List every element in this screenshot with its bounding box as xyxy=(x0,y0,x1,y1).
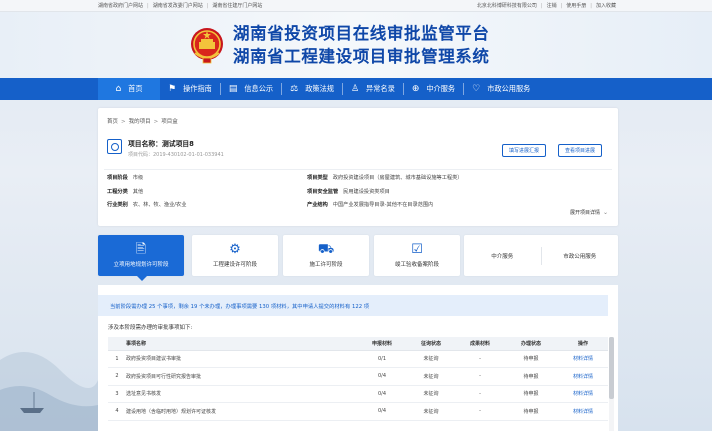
table-scrollbar-thumb[interactable] xyxy=(609,337,614,399)
tab-agency-service[interactable]: 中介服务 xyxy=(464,252,541,260)
nav-agency-service[interactable]: ⊕ 中介服务 xyxy=(404,78,463,100)
checklist-icon: ☑ xyxy=(411,242,423,257)
stage-items-panel: 当前阶段需办理 25 个事项，剩余 19 个未办理，办理事项需要 130 项材料… xyxy=(98,285,618,431)
col-consult: 征询状态 xyxy=(406,337,456,351)
expand-details-link[interactable]: 展开项目详情 ⌄ xyxy=(570,209,608,216)
breadcrumb-my-projects[interactable]: 我的项目 xyxy=(118,117,151,125)
scale-icon: ⚖ xyxy=(290,84,299,94)
info-stage: 项目阶段 市级 xyxy=(107,175,144,181)
main-content: 首页 我的项目 项目盒 项目名称：测试项目8 项目代码：2019-430102-… xyxy=(98,108,618,431)
material-detail-link[interactable]: 材料详情 xyxy=(573,374,593,380)
top-utility-bar: 湖南省政府门户网站 湖南省发改委门户网站 湖南省住建厅门户网站 北京北科博研科技… xyxy=(0,0,712,12)
user-links: 北京北科博研科技有限公司 注销 使用手册 加入收藏 xyxy=(477,2,616,9)
stage-tabs: 🖹 立项用地规划许可阶段 ⚙ 工程建设许可阶段 ⛟ 施工许可阶段 ☑ 竣工验收备… xyxy=(98,235,618,281)
info-safety: 项目安全监管 民用建设投资类项目 xyxy=(307,189,390,195)
material-detail-link[interactable]: 材料详情 xyxy=(573,356,593,362)
service-tabs: 中介服务 市政公用服务 xyxy=(464,235,618,276)
project-code: 项目代码：2019-430102-01-01-033941 xyxy=(128,152,224,158)
col-material: 申报材料 xyxy=(358,337,406,351)
col-index xyxy=(108,337,126,351)
table-header-row: 事项名称 申报材料 征询状态 成果材料 办理状态 操作 xyxy=(108,337,608,351)
table-row: 3 选址意见书核发 0/4 未征询 - 待申报 材料详情 xyxy=(108,385,608,403)
nav-public-info[interactable]: ▤ 信息公示 xyxy=(221,78,281,100)
globe-icon: ⊕ xyxy=(411,84,420,94)
project-name: 项目名称：测试项目8 xyxy=(128,140,194,148)
national-emblem-icon xyxy=(191,28,223,64)
view-progress-button[interactable]: 查看项目进展 xyxy=(558,144,603,157)
flag-icon: ⚑ xyxy=(168,84,177,94)
document-icon: ▤ xyxy=(228,84,238,94)
tab-municipal-service[interactable]: 市政公用服务 xyxy=(542,252,619,260)
heart-icon: ♡ xyxy=(472,84,481,94)
stage-tab-construction-permit[interactable]: ⚙ 工程建设许可阶段 xyxy=(192,235,278,276)
col-item-name: 事项名称 xyxy=(126,337,358,351)
card-divider xyxy=(104,169,612,170)
gears-icon: ⚙ xyxy=(229,242,241,257)
site-titles: 湖南省投资项目在线审批监管平台 湖南省工程建设项目审批管理系统 xyxy=(233,22,490,68)
main-nav: ⌂ 首页 ⚑ 操作指南 ▤ 信息公示 ⚖ 政策法规 ♙ 异常名录 ⊕ 中介服务 … xyxy=(0,78,712,100)
info-project-type: 项目类型 政府投资建设项目（房屋建筑、城市基础设施等工程类） xyxy=(307,175,463,181)
portal-link-ndrc[interactable]: 湖南省发改委门户网站 xyxy=(143,2,203,9)
nav-home[interactable]: ⌂ 首页 xyxy=(98,78,160,100)
stage-tab-completion[interactable]: ☑ 竣工验收备案阶段 xyxy=(374,235,460,276)
stage-tab-building-permit[interactable]: ⛟ 施工许可阶段 xyxy=(283,235,369,276)
material-detail-link[interactable]: 材料详情 xyxy=(573,391,593,397)
table-row: 2 政府投资项目可行性研究报告审批 0/4 未征询 - 待申报 材料详情 xyxy=(108,367,608,386)
chevron-down-icon: ⌄ xyxy=(602,209,608,216)
portal-links: 湖南省政府门户网站 湖南省发改委门户网站 湖南省住建厅门户网站 xyxy=(98,2,262,9)
breadcrumb-home[interactable]: 首页 xyxy=(107,117,118,125)
report-progress-button[interactable]: 填写进展汇报 xyxy=(502,144,547,157)
site-title-secondary: 湖南省工程建设项目审批管理系统 xyxy=(233,47,490,66)
nav-policy[interactable]: ⚖ 政策法规 xyxy=(282,78,342,100)
logout-link[interactable]: 注销 xyxy=(537,2,557,9)
table-row: 1 政府投资项目建议书审批 0/1 未征询 - 待申报 材料详情 xyxy=(108,350,608,368)
breadcrumb-current: 项目盒 xyxy=(151,117,178,125)
breadcrumb: 首页 我的项目 项目盒 xyxy=(107,117,178,125)
material-detail-link[interactable]: 材料详情 xyxy=(573,409,593,415)
col-operation: 操作 xyxy=(558,337,608,351)
nav-municipal-service[interactable]: ♡ 市政公用服务 xyxy=(464,78,538,100)
stage-tab-land-planning[interactable]: 🖹 立项用地规划许可阶段 xyxy=(98,235,184,281)
col-status: 办理状态 xyxy=(504,337,558,351)
nav-guide[interactable]: ⚑ 操作指南 xyxy=(160,78,220,100)
items-subtitle: 涉及本阶段需办理的审批事项如下: xyxy=(108,325,193,331)
project-icon xyxy=(107,139,122,154)
site-header: 湖南省投资项目在线审批监管平台 湖南省工程建设项目审批管理系统 xyxy=(0,12,712,78)
project-card: 首页 我的项目 项目盒 项目名称：测试项目8 项目代码：2019-430102-… xyxy=(98,108,618,226)
project-header: 项目名称：测试项目8 项目代码：2019-430102-01-01-033941 xyxy=(107,136,224,158)
site-title-primary: 湖南省投资项目在线审批监管平台 xyxy=(233,24,490,43)
user-list-icon: ♙ xyxy=(350,84,360,94)
home-icon: ⌂ xyxy=(115,84,122,94)
company-name: 北京北科博研科技有限公司 xyxy=(476,3,537,9)
info-industry: 行业类别 农、林、牧、渔业/农业 xyxy=(107,202,187,208)
col-result: 成果材料 xyxy=(456,337,504,351)
approval-items-table: 事项名称 申报材料 征询状态 成果材料 办理状态 操作 1 政府投资项目建议书审… xyxy=(108,337,608,421)
favorite-link[interactable]: 加入收藏 xyxy=(586,2,616,9)
info-industry-structure: 产业结构 中国产业发展指导目录-其他不在目录范围内 xyxy=(307,202,434,208)
stamp-icon: 🖹 xyxy=(135,242,147,257)
portal-link-housing[interactable]: 湖南省住建厅门户网站 xyxy=(203,2,262,9)
stage-summary-notice: 当前阶段需办理 25 个事项，剩余 19 个未办理，办理事项需要 130 项材料… xyxy=(98,295,608,316)
background-scenery xyxy=(0,352,98,431)
table-row: 4 建设用地（含临时用地）规划许可证核发 0/4 未征询 - 待申报 材料详情 xyxy=(108,402,608,421)
info-category: 工程分类 其他 xyxy=(107,189,144,195)
crane-icon: ⛟ xyxy=(317,242,335,257)
manual-link[interactable]: 使用手册 xyxy=(557,2,586,9)
nav-abnormal-list[interactable]: ♙ 异常名录 xyxy=(343,78,403,100)
portal-link-gov[interactable]: 湖南省政府门户网站 xyxy=(98,2,143,9)
